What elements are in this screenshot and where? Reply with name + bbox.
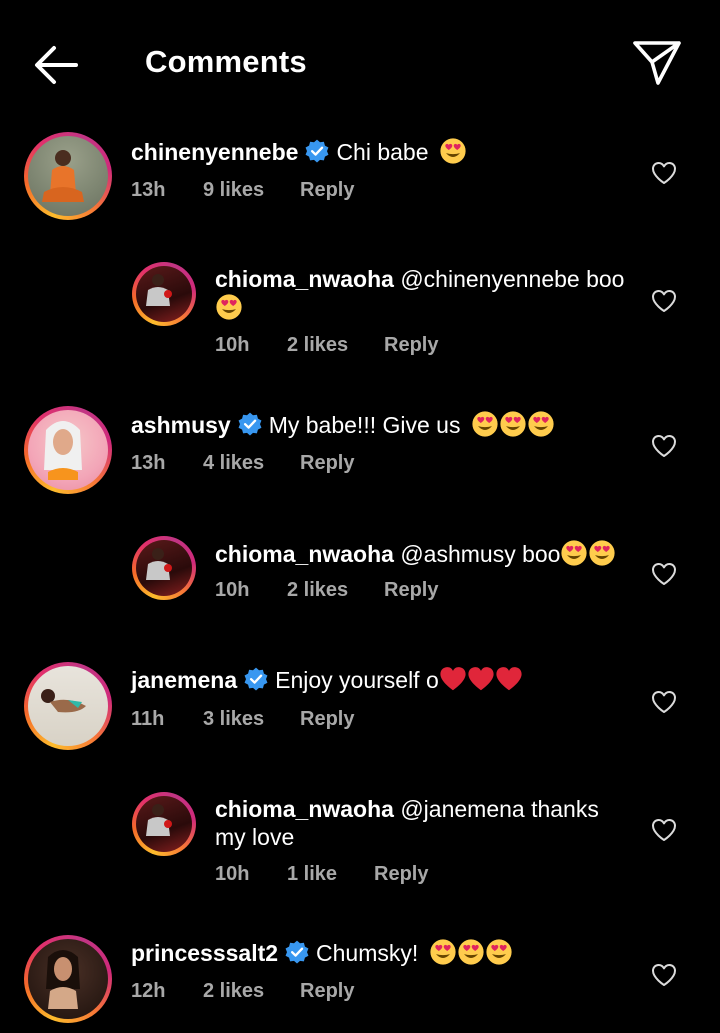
- avatar-photo: [136, 266, 192, 322]
- arrow-left-icon[interactable]: [30, 42, 82, 88]
- username[interactable]: chioma_nwaoha: [215, 796, 394, 822]
- paper-plane-icon[interactable]: [630, 38, 684, 88]
- verified-badge-icon: [284, 940, 310, 966]
- like-heart-icon[interactable]: [651, 289, 677, 313]
- heart-eyes-emoji-icon: [471, 410, 499, 438]
- avatar[interactable]: [24, 132, 112, 220]
- username[interactable]: chioma_nwaoha: [215, 266, 394, 292]
- comment-time: 10h: [215, 334, 250, 356]
- like-heart-icon[interactable]: [651, 818, 677, 842]
- reply-button[interactable]: Reply: [300, 708, 354, 731]
- heart-eyes-emoji-icon: [499, 410, 527, 438]
- heart-eyes-emoji-icon: [588, 539, 616, 567]
- red-heart-emoji-icon: [439, 666, 467, 692]
- heart-eyes-emoji-icon: [560, 539, 588, 567]
- comment-text-line: chioma_nwaoha @janemena thanks my love: [215, 795, 615, 851]
- reply-button[interactable]: Reply: [300, 179, 354, 202]
- comment-text: @ashmusy boo: [400, 541, 561, 567]
- heart-eyes-emoji-icon: [457, 938, 485, 966]
- avatar-photo: [28, 136, 108, 216]
- comment-text-line: chioma_nwaoha @ashmusy boo: [215, 539, 635, 568]
- avatar[interactable]: [132, 792, 196, 856]
- like-count[interactable]: 9 likes: [203, 179, 264, 202]
- reply-button[interactable]: Reply: [300, 980, 354, 1003]
- like-count[interactable]: 2 likes: [287, 579, 348, 602]
- comment-text: Chi babe: [336, 139, 429, 165]
- heart-eyes-emoji-icon: [439, 137, 467, 165]
- like-heart-icon[interactable]: [651, 963, 677, 987]
- like-count[interactable]: 3 likes: [203, 708, 264, 731]
- like-heart-icon[interactable]: [651, 161, 677, 185]
- like-heart-icon[interactable]: [651, 562, 677, 586]
- red-heart-emoji-icon: [495, 666, 523, 692]
- comment-time: 11h: [131, 708, 165, 730]
- comment-text: My babe!!! Give us: [268, 412, 461, 438]
- comment-text-line: ashmusy My babe!!! Give us: [131, 410, 601, 439]
- back-button[interactable]: [30, 42, 82, 88]
- username[interactable]: princesssalt2: [131, 940, 278, 966]
- avatar-photo: [28, 410, 108, 490]
- username[interactable]: janemena: [131, 667, 237, 693]
- avatar-photo: [136, 540, 192, 596]
- avatar[interactable]: [24, 662, 112, 750]
- reply-button[interactable]: Reply: [384, 579, 438, 602]
- like-count[interactable]: 4 likes: [203, 452, 264, 475]
- verified-badge-icon: [237, 412, 263, 438]
- avatar-photo: [28, 666, 108, 746]
- comment-time: 10h: [215, 579, 250, 601]
- username[interactable]: ashmusy: [131, 412, 231, 438]
- share-button[interactable]: [630, 38, 684, 88]
- reply-item: chioma_nwaoha @janemena thanks my love 1…: [0, 792, 720, 892]
- avatar-photo: [28, 939, 108, 1019]
- like-count[interactable]: 2 likes: [287, 334, 348, 357]
- comment-time: 12h: [131, 980, 166, 1002]
- comment-text: @chinenyennebe boo: [400, 266, 625, 292]
- heart-eyes-emoji-icon: [429, 938, 457, 966]
- avatar[interactable]: [132, 262, 196, 326]
- comment-text-line: janemena Enjoy yourself o: [131, 666, 601, 694]
- like-count[interactable]: 2 likes: [203, 980, 264, 1003]
- heart-eyes-emoji-icon: [485, 938, 513, 966]
- username[interactable]: chioma_nwaoha: [215, 541, 394, 567]
- header-bar: Comments: [0, 0, 720, 125]
- verified-badge-icon: [304, 139, 330, 165]
- comment-item: janemena Enjoy yourself o 11h 3 likes Rep…: [0, 662, 720, 772]
- reply-button[interactable]: Reply: [384, 334, 438, 357]
- username[interactable]: chinenyennebe: [131, 139, 298, 165]
- page-title: Comments: [145, 44, 307, 79]
- like-heart-icon[interactable]: [651, 434, 677, 458]
- comment-text: Enjoy yourself o: [275, 667, 439, 693]
- avatar[interactable]: [24, 406, 112, 494]
- reply-button[interactable]: Reply: [374, 863, 428, 886]
- comment-time: 10h: [215, 863, 250, 885]
- comment-item: ashmusy My babe!!! Give us 13h 4 likes Re…: [0, 406, 720, 516]
- comment-time: 13h: [131, 452, 166, 474]
- comment-text: Chumsky!: [316, 940, 419, 966]
- like-count[interactable]: 1 like: [287, 863, 337, 886]
- reply-button[interactable]: Reply: [300, 452, 354, 475]
- avatar-photo: [136, 796, 192, 852]
- heart-eyes-emoji-icon: [215, 293, 243, 321]
- verified-badge-icon: [243, 667, 269, 693]
- comment-time: 13h: [131, 179, 166, 201]
- red-heart-emoji-icon: [467, 666, 495, 692]
- comment-item: princesssalt2 Chumsky! 12h 2 likes Reply: [0, 935, 720, 1033]
- reply-item: chioma_nwaoha @ashmusy boo 10h 2 likes R…: [0, 536, 720, 616]
- heart-eyes-emoji-icon: [527, 410, 555, 438]
- comment-text-line: princesssalt2 Chumsky!: [131, 938, 601, 967]
- reply-item: chioma_nwaoha @chinenyennebe boo 10h 2 l…: [0, 262, 720, 362]
- like-heart-icon[interactable]: [651, 690, 677, 714]
- comment-text-line: chinenyennebe Chi babe: [131, 137, 601, 166]
- comment-text-line: chioma_nwaoha @chinenyennebe boo: [215, 265, 635, 322]
- comment-item: chinenyennebe Chi babe 13h 9 likes Reply: [0, 132, 720, 242]
- avatar[interactable]: [132, 536, 196, 600]
- avatar[interactable]: [24, 935, 112, 1023]
